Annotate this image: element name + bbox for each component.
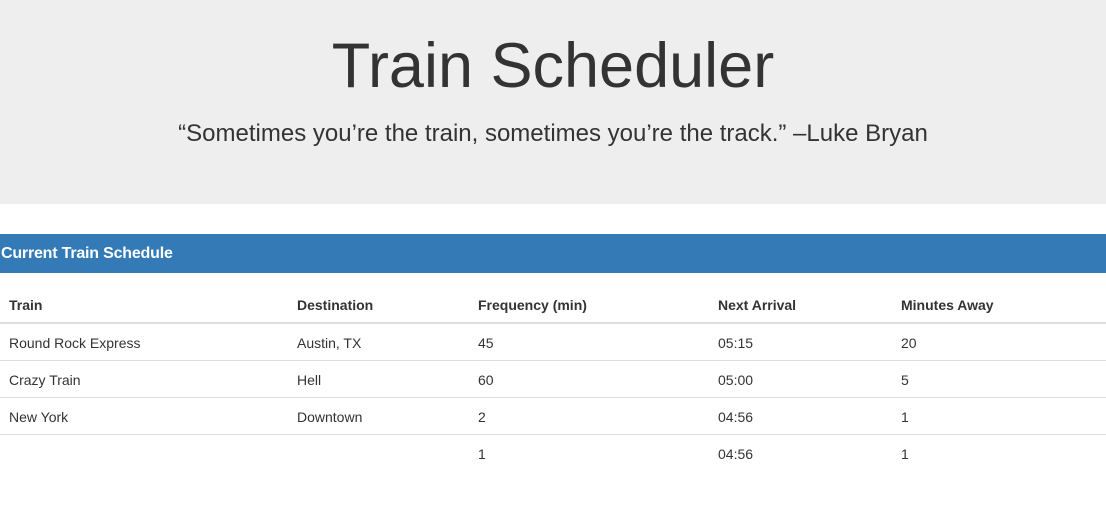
page-title: Train Scheduler xyxy=(331,31,775,101)
cell-next-arrival: 05:15 xyxy=(709,323,892,361)
cell-destination: Hell xyxy=(288,360,469,398)
table-row: Round Rock Express Austin, TX 45 05:15 2… xyxy=(0,323,1106,361)
cell-frequency: 60 xyxy=(469,360,709,398)
column-header-next-arrival: Next Arrival xyxy=(709,273,892,324)
cell-minutes-away: 5 xyxy=(892,360,1106,398)
column-header-destination: Destination xyxy=(288,273,469,324)
cell-minutes-away: 1 xyxy=(892,397,1106,435)
cell-destination: Downtown xyxy=(288,397,469,435)
cell-train xyxy=(0,434,288,471)
cell-minutes-away: 1 xyxy=(901,445,909,462)
cell-next-arrival: 04:56 xyxy=(709,397,892,435)
column-header-train: Train xyxy=(0,273,288,324)
cell-next-arrival: 05:00 xyxy=(709,360,892,398)
table-header: Train Destination Frequency (min) Next A… xyxy=(0,273,1106,324)
cell-train: Round Rock Express xyxy=(0,323,288,361)
table-row: Crazy Train Hell 60 05:00 5 xyxy=(0,360,1106,398)
train-schedule-panel: Current Train Schedule Train Destination… xyxy=(0,234,1106,471)
table-body: Round Rock Express Austin, TX 45 05:15 2… xyxy=(0,323,1106,471)
header-quote: “Sometimes you’re the train, sometimes y… xyxy=(178,120,928,147)
table-header-row: Train Destination Frequency (min) Next A… xyxy=(0,273,1106,324)
column-header-frequency: Frequency (min) xyxy=(469,273,709,324)
train-schedule-table: Train Destination Frequency (min) Next A… xyxy=(0,273,1106,471)
table-row: New York Downtown 2 04:56 1 xyxy=(0,397,1106,435)
table-row: 1 04:56 1 xyxy=(0,434,1106,471)
cell-train: Crazy Train xyxy=(0,360,288,398)
cell-next-arrival: 04:56 xyxy=(718,445,754,462)
cell-frequency: 45 xyxy=(469,323,709,361)
cell-frequency: 1 xyxy=(478,445,486,462)
jumbotron-header: Train Scheduler “Sometimes you’re the tr… xyxy=(0,0,1106,204)
cell-frequency: 2 xyxy=(469,397,709,435)
column-header-minutes-away: Minutes Away xyxy=(892,273,1106,324)
cell-destination xyxy=(288,434,469,471)
cell-destination: Austin, TX xyxy=(288,323,469,361)
cell-minutes-away: 20 xyxy=(892,323,1106,361)
panel-heading: Current Train Schedule xyxy=(0,234,1106,273)
cell-train: New York xyxy=(0,397,288,435)
